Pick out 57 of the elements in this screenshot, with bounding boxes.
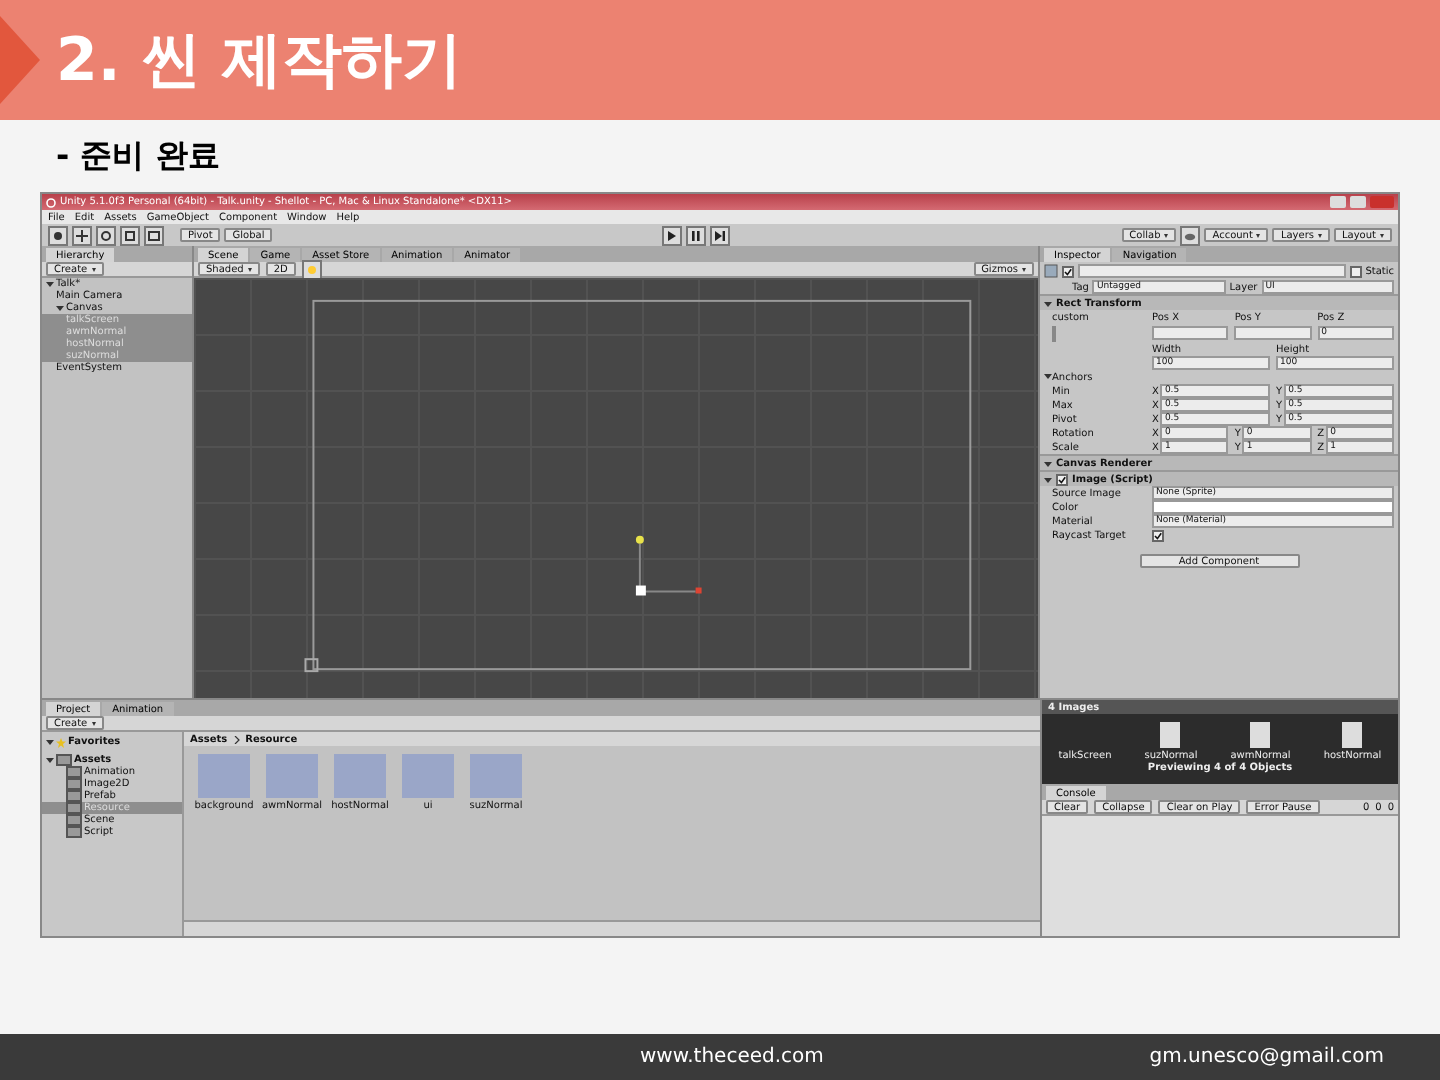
step-icon xyxy=(714,229,727,241)
caret-icon xyxy=(1256,233,1261,237)
scale-icon xyxy=(124,229,136,241)
image-thumbnail xyxy=(1250,722,1271,748)
pause-icon xyxy=(690,229,703,241)
expanded-triangle-icon xyxy=(46,738,54,746)
triangle-icon xyxy=(0,16,40,104)
transform-gizmo-drawing xyxy=(635,535,702,596)
slide-title: 2. 씬 제작하기 xyxy=(56,23,463,99)
check-icon xyxy=(1154,531,1162,539)
playback-button[interactable] xyxy=(662,225,683,245)
check-icon xyxy=(1058,475,1066,483)
active-checkbox[interactable] xyxy=(1062,265,1074,277)
asset-thumbnail[interactable] xyxy=(266,754,318,798)
object-icon xyxy=(1044,264,1058,278)
caret-icon xyxy=(1318,233,1322,237)
slide-subtitle: - 준비 완료 xyxy=(54,133,222,177)
caret-icon xyxy=(91,721,96,725)
play-icon xyxy=(666,229,679,241)
caret-icon xyxy=(1380,233,1384,237)
asset-thumbnail[interactable] xyxy=(470,754,522,798)
rotate-icon xyxy=(100,229,112,241)
caret-icon xyxy=(1022,267,1026,271)
cloud-icon xyxy=(1184,229,1197,241)
number-field[interactable] xyxy=(1234,326,1312,340)
tool-button[interactable] xyxy=(48,225,68,245)
star-icon xyxy=(56,737,66,747)
expanded-triangle-icon xyxy=(1044,299,1052,307)
asset-thumbnail[interactable] xyxy=(198,754,250,798)
asset-thumbnail[interactable] xyxy=(402,754,454,798)
playback-button[interactable] xyxy=(710,225,731,245)
cloud-button[interactable] xyxy=(1180,225,1201,245)
name-field[interactable] xyxy=(1078,264,1346,278)
caret-icon xyxy=(91,267,96,271)
enabled-checkbox[interactable] xyxy=(1056,473,1068,485)
chevron-icon xyxy=(233,735,240,743)
move-icon xyxy=(76,229,88,241)
color-swatch[interactable] xyxy=(1152,500,1394,514)
checkbox[interactable] xyxy=(1152,529,1164,541)
tool-button[interactable] xyxy=(72,225,92,245)
footer-email: gm.unesco@gmail.com xyxy=(1149,1046,1384,1068)
check-icon xyxy=(1064,267,1072,275)
caret-icon xyxy=(1164,233,1169,237)
sun-icon xyxy=(305,263,318,275)
rect-icon xyxy=(148,229,160,241)
static-checkbox[interactable] xyxy=(1349,265,1362,277)
asset-thumbnail[interactable] xyxy=(334,754,386,798)
image-thumbnail xyxy=(1342,722,1363,748)
footer-website: www.theceed.com xyxy=(640,1046,824,1068)
playback-button[interactable] xyxy=(686,225,707,245)
expanded-triangle-icon xyxy=(1044,371,1052,379)
logo-icon xyxy=(46,197,56,207)
image-thumbnail xyxy=(1160,722,1181,748)
tool-button[interactable] xyxy=(96,225,116,245)
caret-icon xyxy=(247,267,252,271)
number-field[interactable] xyxy=(1152,326,1229,340)
expanded-triangle-icon xyxy=(46,756,54,764)
